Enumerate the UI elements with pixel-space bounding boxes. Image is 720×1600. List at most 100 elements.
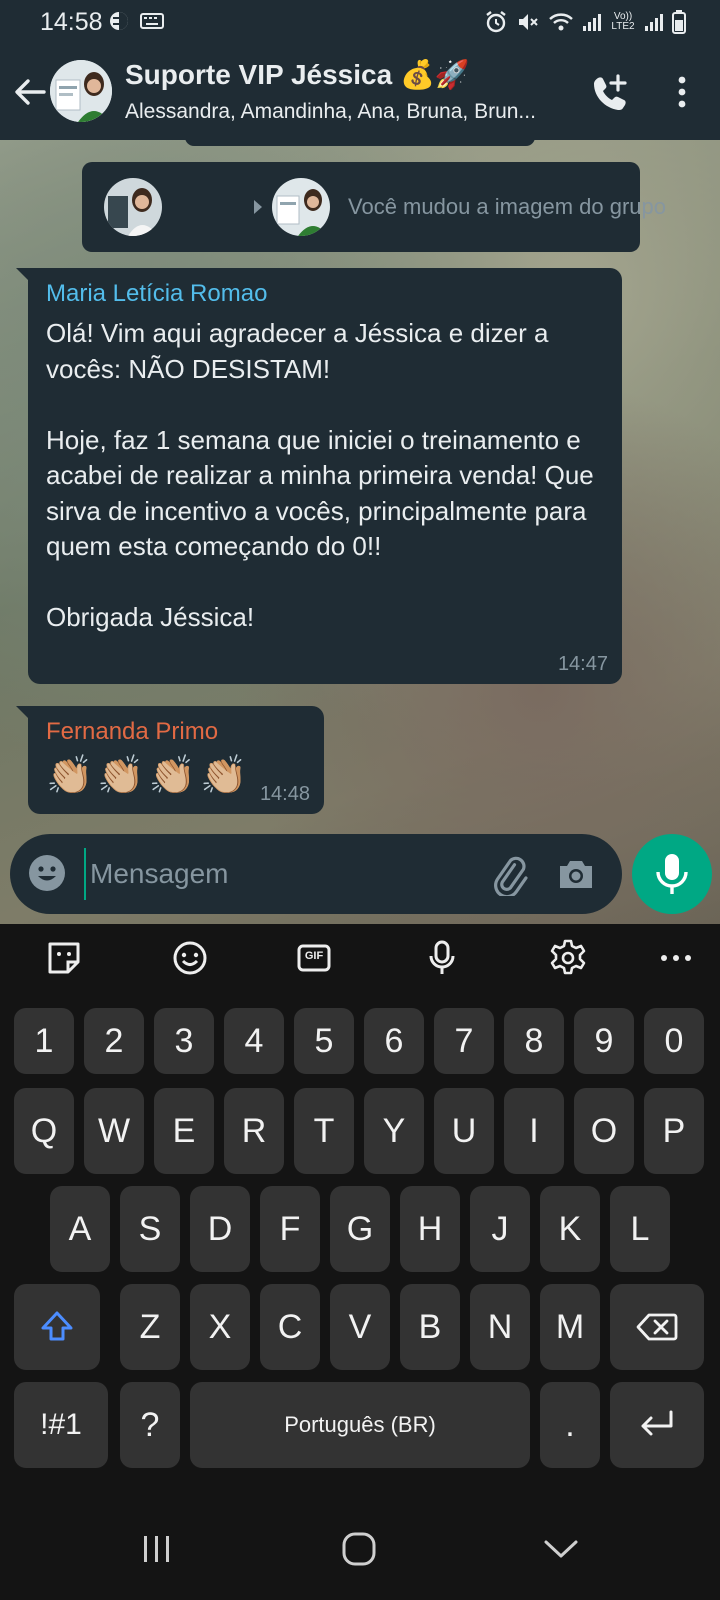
key-k[interactable]: K bbox=[540, 1186, 600, 1272]
new-group-image bbox=[272, 178, 330, 236]
group-members[interactable]: Alessandra, Amandinha, Ana, Bruna, Brun.… bbox=[125, 100, 565, 124]
key-l[interactable]: L bbox=[610, 1186, 670, 1272]
emoji-row: 👏🏼 👏🏼 👏🏼 👏🏼 bbox=[46, 754, 247, 798]
key-5[interactable]: 5 bbox=[294, 1008, 354, 1074]
camera-icon[interactable] bbox=[556, 854, 596, 894]
shift-icon bbox=[41, 1311, 73, 1341]
emoji-icon[interactable] bbox=[26, 852, 68, 894]
enter-icon bbox=[641, 1410, 673, 1436]
voice-input-icon[interactable] bbox=[422, 938, 462, 978]
chat-area[interactable]: Você mudou a imagem do grupo Maria Letíc… bbox=[0, 140, 720, 924]
key-s[interactable]: S bbox=[120, 1186, 180, 1272]
key-w[interactable]: W bbox=[84, 1088, 144, 1174]
alarm-icon bbox=[486, 11, 506, 33]
message-bubble[interactable]: Maria Letícia Romao Olá! Vim aqui agrade… bbox=[16, 268, 622, 684]
gif-label: GIF bbox=[304, 950, 324, 962]
key-h[interactable]: H bbox=[400, 1186, 460, 1272]
gif-icon[interactable]: GIF bbox=[294, 938, 334, 978]
key-q[interactable]: Q bbox=[14, 1088, 74, 1174]
message-bubble[interactable]: Fernanda Primo 👏🏼 👏🏼 👏🏼 👏🏼 14:48 bbox=[16, 706, 324, 814]
period-key[interactable]: . bbox=[540, 1382, 600, 1468]
space-key[interactable]: Português (BR) bbox=[190, 1382, 530, 1468]
system-message: Você mudou a imagem do grupo bbox=[82, 162, 666, 252]
key-f[interactable]: F bbox=[260, 1186, 320, 1272]
add-call-icon[interactable] bbox=[590, 72, 630, 112]
key-g[interactable]: G bbox=[330, 1186, 390, 1272]
keyboard: 1 2 3 4 5 6 7 8 9 0 Q W E R T Y U I O P … bbox=[0, 992, 720, 1496]
key-r[interactable]: R bbox=[224, 1088, 284, 1174]
key-1[interactable]: 1 bbox=[14, 1008, 74, 1074]
enter-key[interactable] bbox=[610, 1382, 704, 1468]
key-d[interactable]: D bbox=[190, 1186, 250, 1272]
system-message-text: Você mudou a imagem do grupo bbox=[348, 194, 666, 219]
sender-name[interactable]: Fernanda Primo bbox=[46, 718, 218, 746]
message-text: Olá! Vim aqui agradecer a Jéssica e dize… bbox=[46, 318, 594, 632]
key-m[interactable]: M bbox=[540, 1284, 600, 1370]
clap-emoji: 👏🏼 bbox=[148, 755, 196, 797]
message-composer bbox=[10, 834, 622, 914]
key-j[interactable]: J bbox=[470, 1186, 530, 1272]
key-b[interactable]: B bbox=[400, 1284, 460, 1370]
keyboard-icon bbox=[140, 13, 164, 29]
symbols-key[interactable]: !#1 bbox=[14, 1382, 108, 1468]
wifi-icon bbox=[549, 13, 573, 31]
key-7[interactable]: 7 bbox=[434, 1008, 494, 1074]
mute-icon bbox=[519, 14, 538, 30]
chat-header: Suporte VIP Jéssica 💰🚀 Alessandra, Amand… bbox=[0, 46, 720, 140]
clap-emoji: 👏🏼 bbox=[97, 755, 145, 797]
key-v[interactable]: V bbox=[330, 1284, 390, 1370]
key-o[interactable]: O bbox=[574, 1088, 634, 1174]
key-p[interactable]: P bbox=[644, 1088, 704, 1174]
key-n[interactable]: N bbox=[470, 1284, 530, 1370]
emoji-icon[interactable] bbox=[170, 938, 210, 978]
old-group-image bbox=[104, 178, 162, 236]
recents-icon[interactable] bbox=[132, 1526, 182, 1572]
key-4[interactable]: 4 bbox=[224, 1008, 284, 1074]
shift-key[interactable] bbox=[14, 1284, 100, 1370]
microphone-icon bbox=[656, 854, 688, 894]
group-title[interactable]: Suporte VIP Jéssica 💰🚀 bbox=[125, 58, 470, 91]
back-icon[interactable] bbox=[536, 1526, 586, 1572]
backspace-key[interactable] bbox=[610, 1284, 704, 1370]
key-3[interactable]: 3 bbox=[154, 1008, 214, 1074]
message-input[interactable] bbox=[84, 848, 464, 900]
key-y[interactable]: Y bbox=[364, 1088, 424, 1174]
navigation-bar bbox=[0, 1496, 720, 1600]
group-avatar[interactable] bbox=[50, 60, 112, 122]
key-6[interactable]: 6 bbox=[364, 1008, 424, 1074]
sender-name[interactable]: Maria Letícia Romao bbox=[46, 280, 267, 308]
settings-icon[interactable] bbox=[548, 938, 588, 978]
message-time: 14:48 bbox=[259, 783, 310, 805]
clap-emoji: 👏🏼 bbox=[46, 755, 94, 797]
mode-icon bbox=[110, 12, 128, 30]
key-z[interactable]: Z bbox=[120, 1284, 180, 1370]
backspace-icon bbox=[636, 1313, 678, 1341]
key-a[interactable]: A bbox=[50, 1186, 110, 1272]
signal-icon bbox=[645, 14, 663, 31]
sticker-icon[interactable] bbox=[44, 938, 84, 978]
status-bar: 14:58 Vo)) LTE2 bbox=[0, 0, 720, 46]
battery-icon bbox=[672, 10, 686, 34]
message-time: 14:47 bbox=[557, 653, 608, 675]
question-mark-key[interactable]: ? bbox=[120, 1382, 180, 1468]
key-9[interactable]: 9 bbox=[574, 1008, 634, 1074]
home-icon[interactable] bbox=[334, 1526, 384, 1572]
key-0[interactable]: 0 bbox=[644, 1008, 704, 1074]
key-t[interactable]: T bbox=[294, 1088, 354, 1174]
key-8[interactable]: 8 bbox=[504, 1008, 564, 1074]
key-u[interactable]: U bbox=[434, 1088, 494, 1174]
back-arrow-icon[interactable] bbox=[10, 72, 50, 112]
signal-icon bbox=[583, 14, 601, 31]
volte-icon: Vo)) LTE2 bbox=[611, 11, 635, 32]
voice-message-button[interactable] bbox=[632, 834, 712, 914]
more-options-icon[interactable] bbox=[664, 70, 700, 114]
paperclip-icon[interactable] bbox=[486, 852, 530, 896]
arrow-right-icon bbox=[254, 200, 262, 214]
key-x[interactable]: X bbox=[190, 1284, 250, 1370]
more-icon[interactable] bbox=[656, 938, 696, 978]
key-c[interactable]: C bbox=[260, 1284, 320, 1370]
key-2[interactable]: 2 bbox=[84, 1008, 144, 1074]
clap-emoji: 👏🏼 bbox=[199, 755, 248, 797]
key-i[interactable]: I bbox=[504, 1088, 564, 1174]
key-e[interactable]: E bbox=[154, 1088, 214, 1174]
